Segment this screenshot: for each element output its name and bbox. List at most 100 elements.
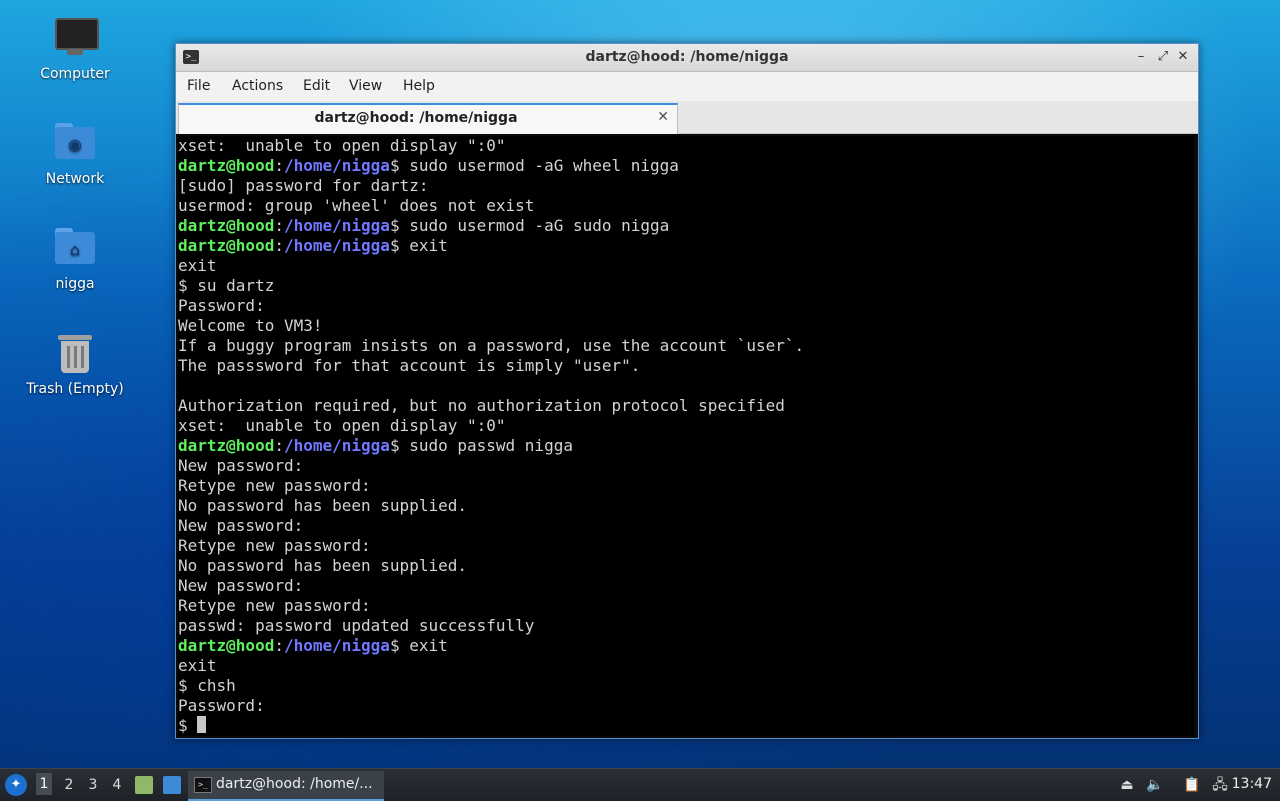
start-menu-icon[interactable]: ✦ xyxy=(5,774,27,796)
prompt-separator: : xyxy=(274,636,284,655)
terminal-output-line: Retype new password: xyxy=(178,476,1194,496)
terminal-output-line: No password has been supplied. xyxy=(178,496,1194,516)
terminal-output-line: Retype new password: xyxy=(178,536,1194,556)
prompt-separator: : xyxy=(274,156,284,175)
menu-bar: File Actions Edit View Help xyxy=(176,72,1198,101)
show-desktop-icon[interactable] xyxy=(163,776,181,794)
maximize-button[interactable]: ⤢ xyxy=(1154,48,1172,66)
taskbar: ✦ 1 2 3 4 >_ dartz@hood: /home/... ⏏ 🔈 📋… xyxy=(0,768,1280,801)
network-folder-icon: ◉ xyxy=(53,121,97,165)
tab-label: dartz@hood: /home/nigga xyxy=(314,110,518,126)
terminal-output-line: New password: xyxy=(178,456,1194,476)
output-text: xset: unable to open display ":0" xyxy=(178,416,506,435)
menu-view[interactable]: View xyxy=(349,78,382,94)
prompt-symbol: $ xyxy=(389,436,410,455)
file-manager-icon[interactable] xyxy=(135,776,153,794)
computer-icon xyxy=(53,16,99,60)
terminal-output[interactable]: xset: unable to open display ":0" dartz@h… xyxy=(178,136,1194,736)
desktop-icon-network[interactable]: ◉ Network xyxy=(22,121,128,187)
terminal-prompt-line: dartz@hood:/home/nigga$ sudo usermod -aG… xyxy=(178,156,1194,176)
minimize-button[interactable]: – xyxy=(1132,48,1150,66)
workspace-3[interactable]: 3 xyxy=(85,777,101,793)
output-text: xset: unable to open display ":0" xyxy=(178,136,506,155)
desktop-icon-label: Trash (Empty) xyxy=(26,381,124,397)
output-text: The passsword for that account is simply… xyxy=(178,356,641,375)
prompt-separator: : xyxy=(274,216,284,235)
output-text: Retype new password: xyxy=(178,536,371,555)
trash-icon xyxy=(53,331,97,375)
tab-close-icon[interactable]: ✕ xyxy=(657,109,669,125)
clipboard-icon[interactable]: 📋 xyxy=(1182,775,1202,795)
output-text: $ su dartz xyxy=(178,276,275,295)
terminal-output-line: usermod: group 'wheel' does not exist xyxy=(178,196,1194,216)
terminal-prompt-line: dartz@hood:/home/nigga$ sudo usermod -aG… xyxy=(178,216,1194,236)
menu-help[interactable]: Help xyxy=(403,78,435,94)
terminal-window: >_ dartz@hood: /home/nigga – ⤢ ✕ File Ac… xyxy=(175,43,1199,739)
output-text: [sudo] password for dartz: xyxy=(178,176,429,195)
terminal-output-line: [sudo] password for dartz: xyxy=(178,176,1194,196)
prompt-path: /home/nigga xyxy=(283,236,390,255)
prompt-path: /home/nigga xyxy=(283,156,390,175)
output-text: Password: xyxy=(178,696,265,715)
desktop-icon-label: nigga xyxy=(55,276,95,292)
window-titlebar[interactable]: >_ dartz@hood: /home/nigga – ⤢ ✕ xyxy=(176,44,1198,72)
terminal-prompt-line: dartz@hood:/home/nigga$ sudo passwd nigg… xyxy=(178,436,1194,456)
tab-terminal[interactable]: dartz@hood: /home/nigga ✕ xyxy=(178,103,678,134)
prompt-command: sudo passwd nigga xyxy=(409,436,573,455)
terminal-output-line: exit xyxy=(178,656,1194,676)
keyboard-layout-icon[interactable]: ⏏ xyxy=(1117,775,1137,795)
terminal-output-line: $ chsh xyxy=(178,676,1194,696)
prompt-command: exit xyxy=(409,236,448,255)
desktop-icon-label: Network xyxy=(45,171,105,187)
desktop-icon-computer[interactable]: Computer xyxy=(22,16,128,82)
menu-file[interactable]: File xyxy=(187,78,210,94)
terminal-cursor xyxy=(197,716,207,733)
tab-bar: dartz@hood: /home/nigga ✕ xyxy=(176,101,1198,134)
close-button[interactable]: ✕ xyxy=(1174,48,1192,66)
prompt-user: dartz@hood xyxy=(178,216,275,235)
output-text: New password: xyxy=(178,456,304,475)
workspace-1[interactable]: 1 xyxy=(36,773,52,795)
shell-prompt: $ xyxy=(178,716,198,735)
clock[interactable]: 13:47 xyxy=(1232,776,1272,792)
output-text: $ chsh xyxy=(178,676,236,695)
terminal-input-line: $ xyxy=(178,716,1194,736)
terminal-output-line: If a buggy program insists on a password… xyxy=(178,336,1194,356)
terminal-output-line: xset: unable to open display ":0" xyxy=(178,136,1194,156)
output-text: New password: xyxy=(178,516,304,535)
prompt-separator: : xyxy=(274,436,284,455)
menu-edit[interactable]: Edit xyxy=(303,78,330,94)
terminal-output-line: The passsword for that account is simply… xyxy=(178,356,1194,376)
output-text: Retype new password: xyxy=(178,596,371,615)
desktop-icon-home[interactable]: ⌂ nigga xyxy=(22,226,128,292)
prompt-command: sudo usermod -aG wheel nigga xyxy=(409,156,679,175)
prompt-symbol: $ xyxy=(389,236,410,255)
desktop-icon-trash[interactable]: Trash (Empty) xyxy=(22,331,128,397)
terminal-prompt-line: dartz@hood:/home/nigga$ exit xyxy=(178,236,1194,256)
workspace-4[interactable]: 4 xyxy=(109,777,125,793)
prompt-user: dartz@hood xyxy=(178,236,275,255)
task-label: dartz@hood: /home/... xyxy=(216,776,373,792)
volume-icon[interactable]: 🔈 xyxy=(1145,775,1165,795)
network-icon[interactable]: 🖧 xyxy=(1210,775,1230,795)
prompt-command: sudo usermod -aG sudo nigga xyxy=(409,216,670,235)
terminal-output-line: Password: xyxy=(178,696,1194,716)
output-text: Authorization required, but no authoriza… xyxy=(178,396,785,415)
output-text: passwd: password updated successfully xyxy=(178,616,535,635)
menu-actions[interactable]: Actions xyxy=(232,78,283,94)
terminal-output-line: New password: xyxy=(178,516,1194,536)
prompt-user: dartz@hood xyxy=(178,636,275,655)
terminal-output-line: Password: xyxy=(178,296,1194,316)
output-text: New password: xyxy=(178,576,304,595)
output-text: No password has been supplied. xyxy=(178,556,467,575)
taskbar-task-terminal[interactable]: >_ dartz@hood: /home/... xyxy=(188,771,384,801)
terminal-output-line: Welcome to VM3! xyxy=(178,316,1194,336)
workspace-2[interactable]: 2 xyxy=(61,777,77,793)
prompt-symbol: $ xyxy=(389,216,410,235)
output-text: usermod: group 'wheel' does not exist xyxy=(178,196,535,215)
output-text: Password: xyxy=(178,296,265,315)
terminal-output-line: New password: xyxy=(178,576,1194,596)
output-text: exit xyxy=(178,256,217,275)
prompt-path: /home/nigga xyxy=(283,436,390,455)
